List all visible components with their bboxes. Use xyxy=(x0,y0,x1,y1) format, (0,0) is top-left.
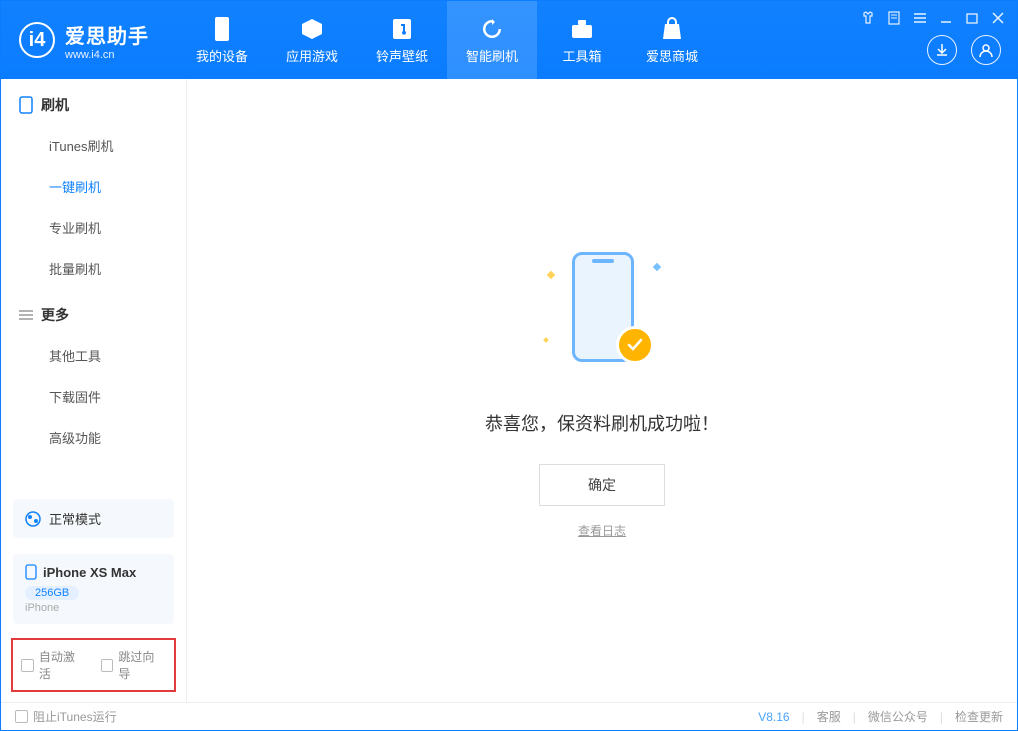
body: 刷机 iTunes刷机 一键刷机 专业刷机 批量刷机 更多 其他工具 下载固件 … xyxy=(1,79,1017,702)
nav-tab-flash[interactable]: 智能刷机 xyxy=(447,1,537,79)
version-label: V8.16 xyxy=(758,710,789,724)
checkbox-icon xyxy=(21,659,34,672)
device-icon xyxy=(209,16,235,42)
checkbox-label: 跳过向导 xyxy=(118,648,166,682)
app-subtitle: www.i4.cn xyxy=(65,49,149,61)
sidebar-section-more: 更多 xyxy=(1,289,186,335)
device-name-row: iPhone XS Max xyxy=(25,564,162,580)
mode-label: 正常模式 xyxy=(49,509,101,528)
section-title: 更多 xyxy=(41,305,69,325)
header: i4 爱思助手 www.i4.cn 我的设备 应用游戏 铃声壁纸 智能刷机 工具… xyxy=(1,1,1017,79)
nav-tab-device[interactable]: 我的设备 xyxy=(177,1,267,79)
statusbar-right: V8.16 | 客服 | 微信公众号 | 检查更新 xyxy=(758,708,1003,725)
sparkle-icon xyxy=(547,271,555,279)
sidebar-item-other-tools[interactable]: 其他工具 xyxy=(1,335,186,376)
menu-icon[interactable] xyxy=(911,9,929,27)
refresh-icon xyxy=(479,16,505,42)
device-type: iPhone xyxy=(25,602,162,614)
nav-label: 工具箱 xyxy=(562,46,601,65)
nav-tab-ringtone[interactable]: 铃声壁纸 xyxy=(357,1,447,79)
checkbox-auto-activate[interactable]: 自动激活 xyxy=(21,648,87,682)
nav-label: 我的设备 xyxy=(196,46,248,65)
ok-button[interactable]: 确定 xyxy=(539,464,665,506)
nav-label: 智能刷机 xyxy=(466,46,518,65)
music-icon xyxy=(389,16,415,42)
device-name: iPhone XS Max xyxy=(43,565,136,580)
header-actions xyxy=(927,35,1001,65)
checkbox-label: 自动激活 xyxy=(39,648,87,682)
logo-text: 爱思助手 www.i4.cn xyxy=(65,20,149,61)
view-log-link[interactable]: 查看日志 xyxy=(578,522,626,539)
cube-icon xyxy=(299,16,325,42)
support-link[interactable]: 客服 xyxy=(817,708,841,725)
options-row: 自动激活 跳过向导 xyxy=(11,638,176,692)
logo-icon: i4 xyxy=(19,22,55,58)
device-storage: 256GB xyxy=(25,586,79,600)
mode-icon xyxy=(25,511,41,527)
user-button[interactable] xyxy=(971,35,1001,65)
device-info-box[interactable]: iPhone XS Max 256GB iPhone xyxy=(13,554,174,624)
phone-icon xyxy=(19,96,33,114)
checkbox-skip-guide[interactable]: 跳过向导 xyxy=(101,648,167,682)
mode-box[interactable]: 正常模式 xyxy=(13,499,174,538)
statusbar: 阻止iTunes运行 V8.16 | 客服 | 微信公众号 | 检查更新 xyxy=(1,702,1017,730)
note-icon[interactable] xyxy=(885,9,903,27)
nav-tab-store[interactable]: 爱思商城 xyxy=(627,1,717,79)
sidebar-item-advanced[interactable]: 高级功能 xyxy=(1,417,186,458)
sidebar-item-batch-flash[interactable]: 批量刷机 xyxy=(1,248,186,289)
nav-tab-toolbox[interactable]: 工具箱 xyxy=(537,1,627,79)
nav-label: 铃声壁纸 xyxy=(376,46,428,65)
section-title: 刷机 xyxy=(41,95,69,115)
app-title: 爱思助手 xyxy=(65,20,149,49)
sidebar-item-one-click-flash[interactable]: 一键刷机 xyxy=(1,166,186,207)
logo-area: i4 爱思助手 www.i4.cn xyxy=(1,20,167,61)
window-controls xyxy=(859,9,1007,27)
wechat-link[interactable]: 微信公众号 xyxy=(868,708,928,725)
phone-small-icon xyxy=(25,564,37,580)
list-icon xyxy=(19,309,33,321)
toolbox-icon xyxy=(569,16,595,42)
checkbox-label: 阻止iTunes运行 xyxy=(33,708,117,725)
check-update-link[interactable]: 检查更新 xyxy=(955,708,1003,725)
checkbox-icon xyxy=(15,710,28,723)
maximize-icon[interactable] xyxy=(963,9,981,27)
sparkle-icon xyxy=(543,337,549,343)
sidebar-item-pro-flash[interactable]: 专业刷机 xyxy=(1,207,186,248)
sidebar-item-download-firmware[interactable]: 下载固件 xyxy=(1,376,186,417)
main-content: 恭喜您，保资料刷机成功啦！ 确定 查看日志 xyxy=(187,79,1017,702)
minimize-icon[interactable] xyxy=(937,9,955,27)
bag-icon xyxy=(659,16,685,42)
success-message: 恭喜您，保资料刷机成功啦！ xyxy=(485,410,719,436)
nav-label: 爱思商城 xyxy=(646,46,698,65)
shirt-icon[interactable] xyxy=(859,9,877,27)
nav-tabs: 我的设备 应用游戏 铃声壁纸 智能刷机 工具箱 爱思商城 xyxy=(177,1,717,79)
sidebar-item-itunes-flash[interactable]: iTunes刷机 xyxy=(1,125,186,166)
checkbox-icon xyxy=(101,659,114,672)
success-illustration xyxy=(542,242,662,382)
sidebar: 刷机 iTunes刷机 一键刷机 专业刷机 批量刷机 更多 其他工具 下载固件 … xyxy=(1,79,187,702)
close-icon[interactable] xyxy=(989,9,1007,27)
nav-tab-apps[interactable]: 应用游戏 xyxy=(267,1,357,79)
check-badge-icon xyxy=(616,326,654,364)
nav-label: 应用游戏 xyxy=(286,46,338,65)
separator: | xyxy=(940,710,943,724)
sidebar-section-flash: 刷机 xyxy=(1,79,186,125)
sparkle-icon xyxy=(653,263,661,271)
separator: | xyxy=(853,710,856,724)
separator: | xyxy=(802,710,805,724)
checkbox-block-itunes[interactable]: 阻止iTunes运行 xyxy=(15,708,117,725)
download-button[interactable] xyxy=(927,35,957,65)
